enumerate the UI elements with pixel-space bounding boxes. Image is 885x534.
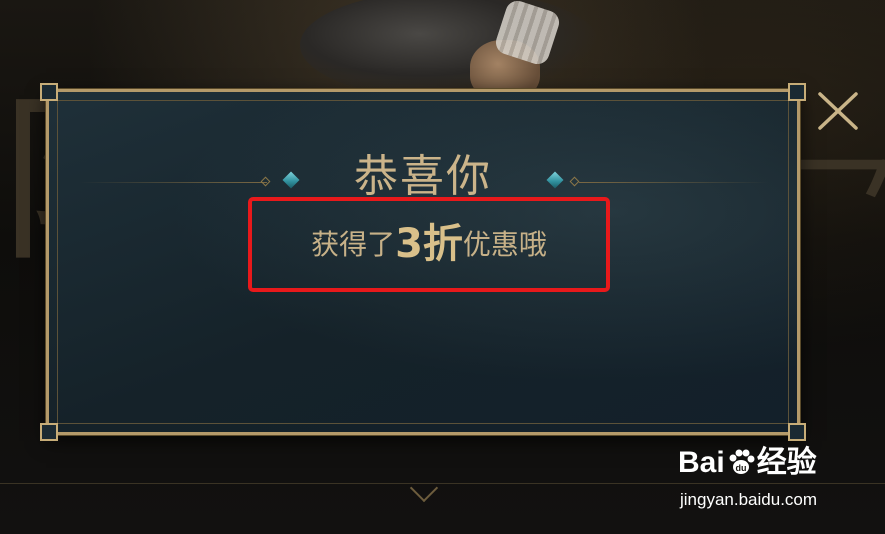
discount-value: 3折 [395, 221, 463, 267]
watermark-brand-right: 经验 [756, 446, 817, 479]
watermark-brand-left: Bai [678, 446, 725, 479]
dialog-corner-ornament [40, 423, 58, 441]
reward-dialog: 恭喜你 获得了3折优惠哦 [40, 83, 806, 441]
game-screen: 阝 乛 恭喜你 获得了3折优惠哦 Baidu [0, 0, 885, 534]
title-deco-line-right [579, 182, 769, 183]
dialog-corner-ornament [40, 83, 58, 101]
dialog-corner-ornament [788, 423, 806, 441]
dialog-title-row: 恭喜你 [49, 150, 797, 202]
chevron-down-icon [409, 473, 439, 503]
discount-highlight-box: 获得了3折优惠哦 [248, 197, 610, 292]
baidu-jingyan-watermark: Bai du 经验 jingyan.baidu.com [678, 446, 878, 516]
paw-icon: du [726, 447, 756, 477]
discount-message: 获得了3折优惠哦 [252, 224, 606, 265]
svg-text:du: du [735, 463, 746, 473]
dialog-corner-ornament [788, 83, 806, 101]
watermark-logo: Bai du 经验 [678, 446, 817, 480]
close-button[interactable] [812, 88, 862, 134]
message-prefix: 获得了 [311, 228, 396, 261]
close-icon [818, 92, 858, 130]
dialog-title: 恭喜你 [354, 151, 492, 202]
message-suffix: 优惠哦 [462, 228, 547, 261]
watermark-url: jingyan.baidu.com [680, 490, 818, 509]
